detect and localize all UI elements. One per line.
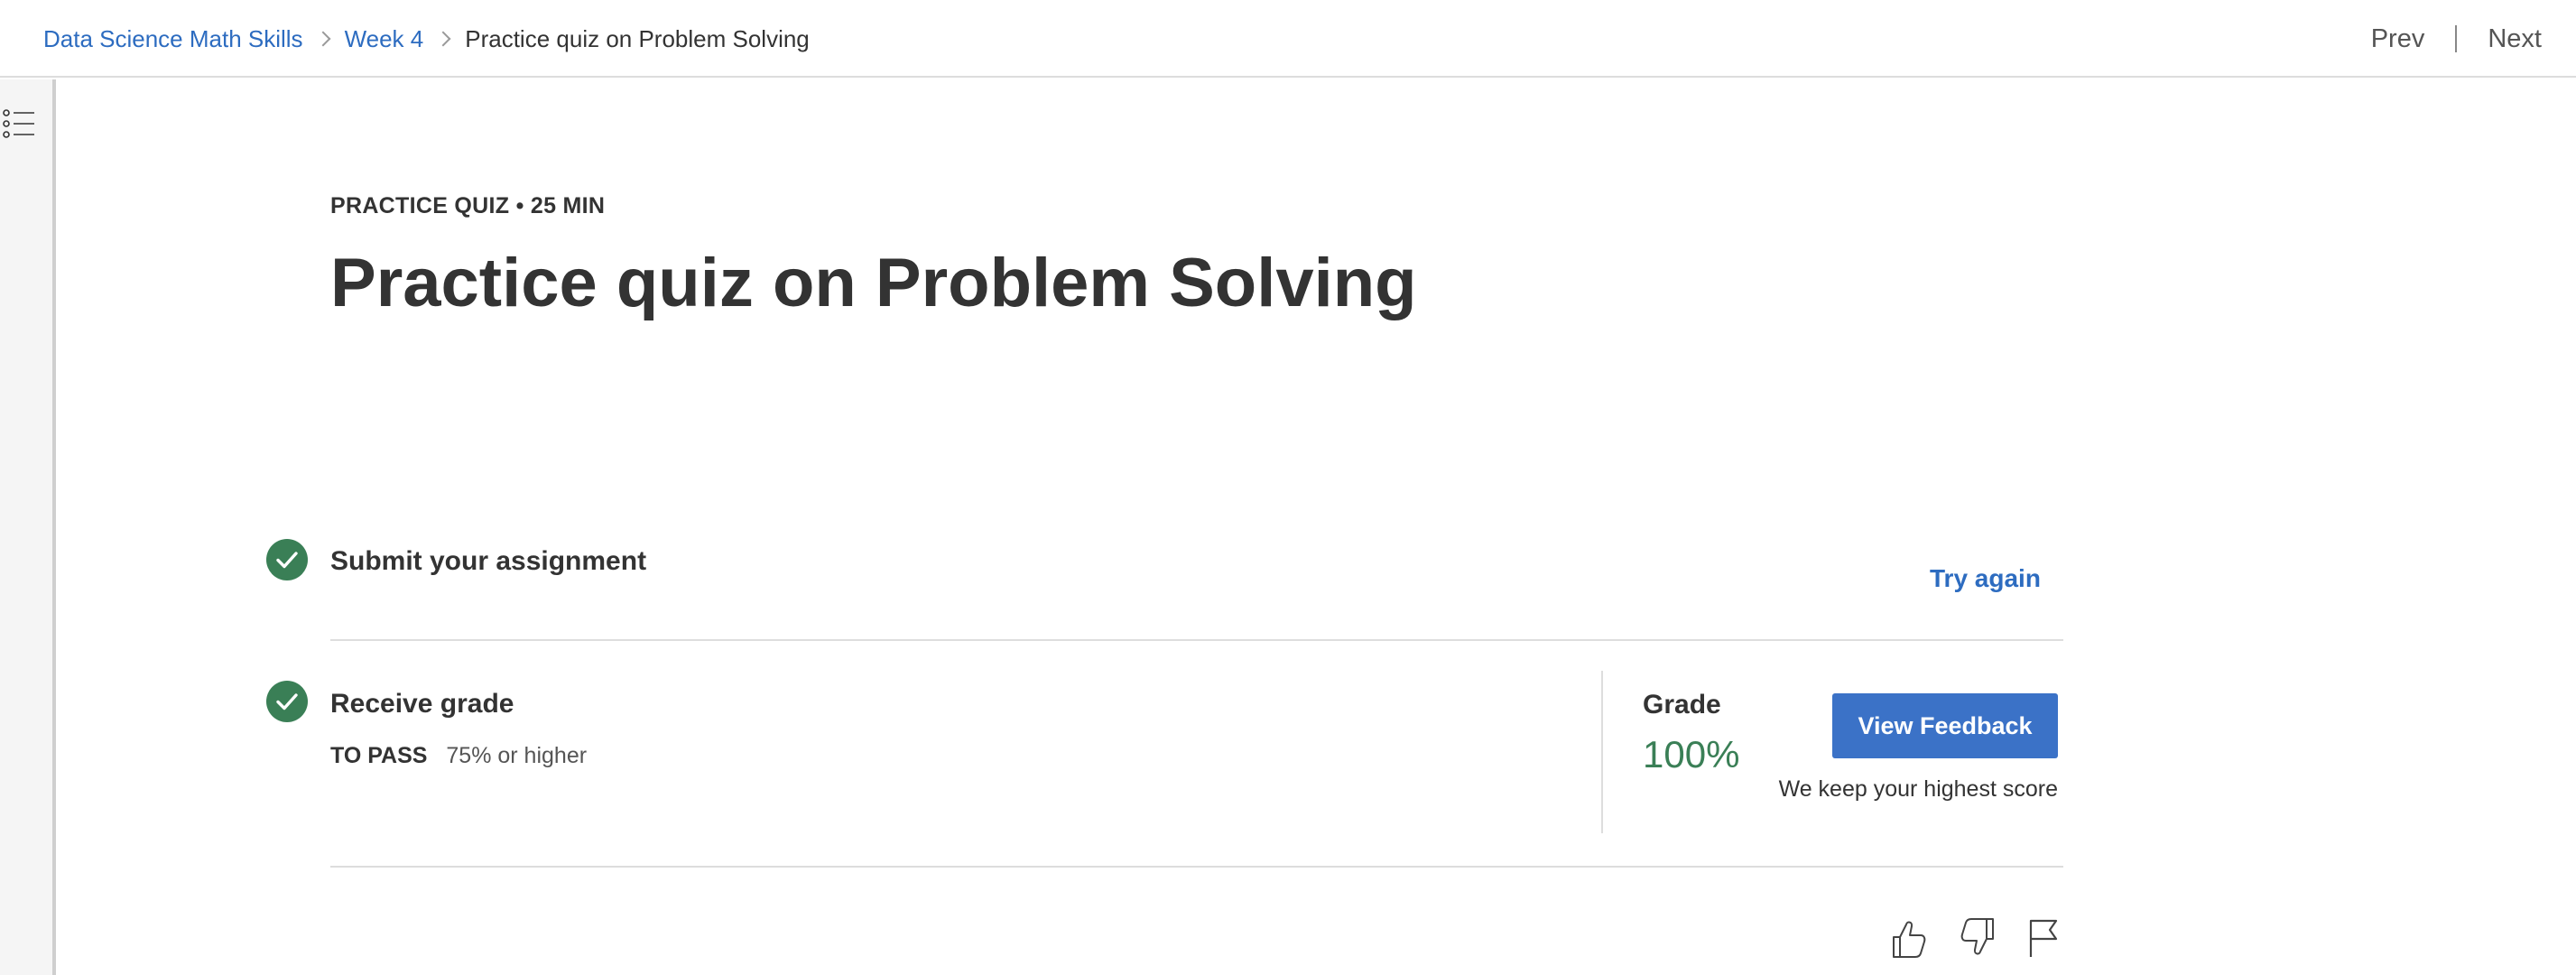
prev-link[interactable]: Prev bbox=[2371, 24, 2425, 54]
breadcrumb-course-link[interactable]: Data Science Math Skills bbox=[43, 25, 303, 53]
pass-requirement: TO PASS 75% or higher bbox=[330, 743, 587, 769]
breadcrumb-week-link[interactable]: Week 4 bbox=[345, 25, 424, 53]
top-bar: Data Science Math Skills Week 4 Practice… bbox=[0, 0, 2576, 78]
breadcrumb: Data Science Math Skills Week 4 Practice… bbox=[43, 0, 810, 78]
pager-divider bbox=[2455, 25, 2458, 52]
breadcrumb-current: Practice quiz on Problem Solving bbox=[465, 24, 810, 52]
left-rail bbox=[0, 79, 56, 975]
submit-step-title: Submit your assignment bbox=[330, 546, 647, 576]
pass-value: 75% or higher bbox=[446, 743, 588, 768]
item-kicker: PRACTICE QUIZ • 25 MIN bbox=[330, 193, 606, 218]
divider bbox=[330, 639, 2063, 641]
page-title: Practice quiz on Problem Solving bbox=[330, 245, 1417, 321]
view-feedback-button[interactable]: View Feedback bbox=[1832, 693, 2058, 758]
check-circle-icon bbox=[266, 539, 308, 580]
highest-score-note: We keep your highest score bbox=[1778, 776, 2058, 802]
receive-grade-title: Receive grade bbox=[330, 689, 514, 719]
grade-value: 100% bbox=[1643, 733, 1740, 775]
thumbs-down-icon[interactable] bbox=[1959, 917, 1998, 959]
flag-icon[interactable] bbox=[2024, 917, 2063, 959]
list-icon[interactable] bbox=[2, 107, 36, 141]
pass-label: TO PASS bbox=[330, 743, 428, 768]
pager: Prev Next bbox=[2371, 0, 2542, 78]
thumbs-up-icon[interactable] bbox=[1888, 917, 1928, 959]
vertical-divider bbox=[1601, 671, 1603, 833]
chevron-right-icon bbox=[315, 31, 331, 47]
grade-label: Grade bbox=[1643, 690, 1721, 720]
divider bbox=[330, 866, 2063, 868]
check-circle-icon bbox=[266, 681, 308, 722]
chevron-right-icon bbox=[435, 31, 451, 47]
try-again-link[interactable]: Try again bbox=[1930, 564, 2041, 593]
next-link[interactable]: Next bbox=[2488, 24, 2542, 54]
